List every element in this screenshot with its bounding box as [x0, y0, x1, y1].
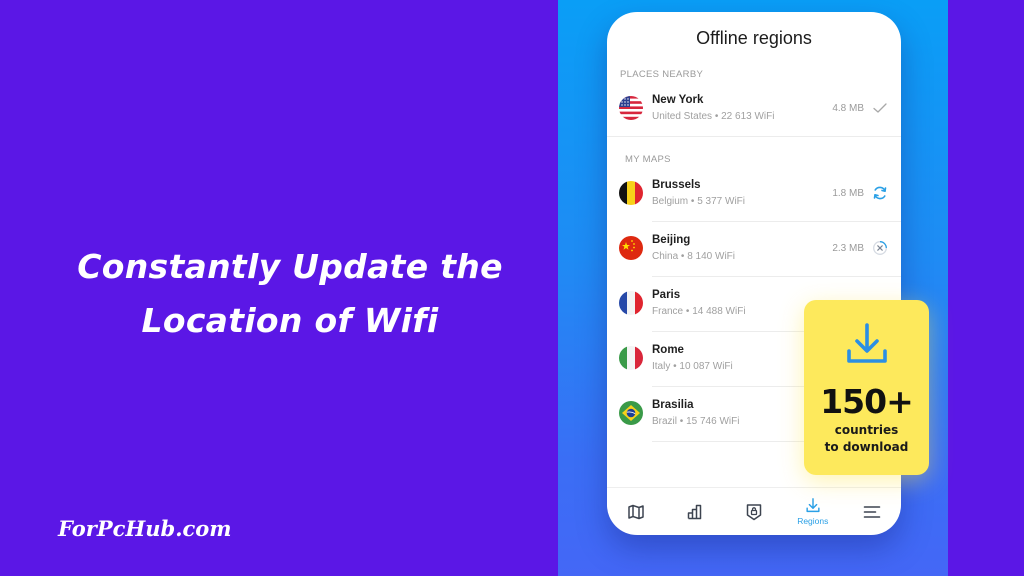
- region-city: Brasilia: [652, 399, 694, 411]
- region-details: United States • 22 613 WiFi: [652, 111, 775, 122]
- us-flag-icon: [619, 96, 643, 120]
- headline-line-1: Constantly Update the: [77, 247, 503, 286]
- headline-line-2: Location of Wifi: [141, 301, 439, 340]
- france-flag-icon: [619, 291, 643, 315]
- headline: Constantly Update the Location of Wifi: [60, 240, 520, 348]
- region-details: Italy • 10 087 WiFi: [652, 361, 733, 372]
- promo-count: 150+: [820, 382, 914, 421]
- section-label-places-nearby: PLACES NEARBY: [620, 69, 704, 80]
- region-row-brussels[interactable]: Brussels Belgium • 5 377 WiFi 1.8 MB: [607, 167, 901, 222]
- region-city: Brussels: [652, 179, 701, 191]
- bottom-tab-bar: Regions: [607, 487, 901, 535]
- region-size: 1.8 MB: [832, 188, 864, 199]
- region-city: Rome: [652, 344, 684, 356]
- cancel-download-icon[interactable]: [872, 240, 888, 256]
- site-name: ForPcHub.com: [58, 516, 232, 541]
- region-city: New York: [652, 94, 704, 106]
- promo-caption: countries to download: [804, 422, 929, 456]
- tab-menu[interactable]: [842, 488, 901, 535]
- region-size: 4.8 MB: [832, 103, 864, 114]
- region-city: Beijing: [652, 234, 691, 246]
- china-flag-icon: [619, 236, 643, 260]
- region-details: France • 14 488 WiFi: [652, 306, 746, 317]
- tab-vpn[interactable]: [725, 488, 784, 535]
- tab-map[interactable]: [607, 488, 666, 535]
- region-details: Belgium • 5 377 WiFi: [652, 196, 745, 207]
- brazil-flag-icon: [619, 401, 643, 425]
- region-row-beijing[interactable]: Beijing China • 8 140 WiFi 2.3 MB: [607, 222, 901, 277]
- region-row-new-york[interactable]: New York United States • 22 613 WiFi 4.8…: [607, 82, 901, 137]
- region-city: Paris: [652, 289, 681, 301]
- tab-regions-label: Regions: [797, 516, 829, 526]
- tab-stats[interactable]: [666, 488, 725, 535]
- download-icon: [806, 498, 820, 513]
- section-label-my-maps: MY MAPS: [625, 154, 671, 165]
- region-details: Brazil • 15 746 WiFi: [652, 416, 740, 427]
- menu-icon: [863, 505, 880, 518]
- screen-title: Offline regions: [696, 28, 812, 48]
- promo-card: 150+ countries to download: [804, 300, 929, 475]
- map-icon: [628, 504, 645, 519]
- refresh-icon[interactable]: [872, 185, 888, 201]
- region-size: 2.3 MB: [832, 243, 864, 254]
- italy-flag-icon: [619, 346, 643, 370]
- vpn-shield-icon: [746, 503, 762, 520]
- check-icon[interactable]: [872, 100, 888, 116]
- download-icon: [844, 322, 890, 368]
- promo-caption-line-2: to download: [824, 440, 909, 454]
- promo-caption-line-1: countries: [834, 423, 899, 437]
- tab-regions[interactable]: Regions: [783, 488, 842, 535]
- section-divider: [607, 136, 901, 137]
- stats-icon: [687, 504, 702, 519]
- belgium-flag-icon: [619, 181, 643, 205]
- region-details: China • 8 140 WiFi: [652, 251, 735, 262]
